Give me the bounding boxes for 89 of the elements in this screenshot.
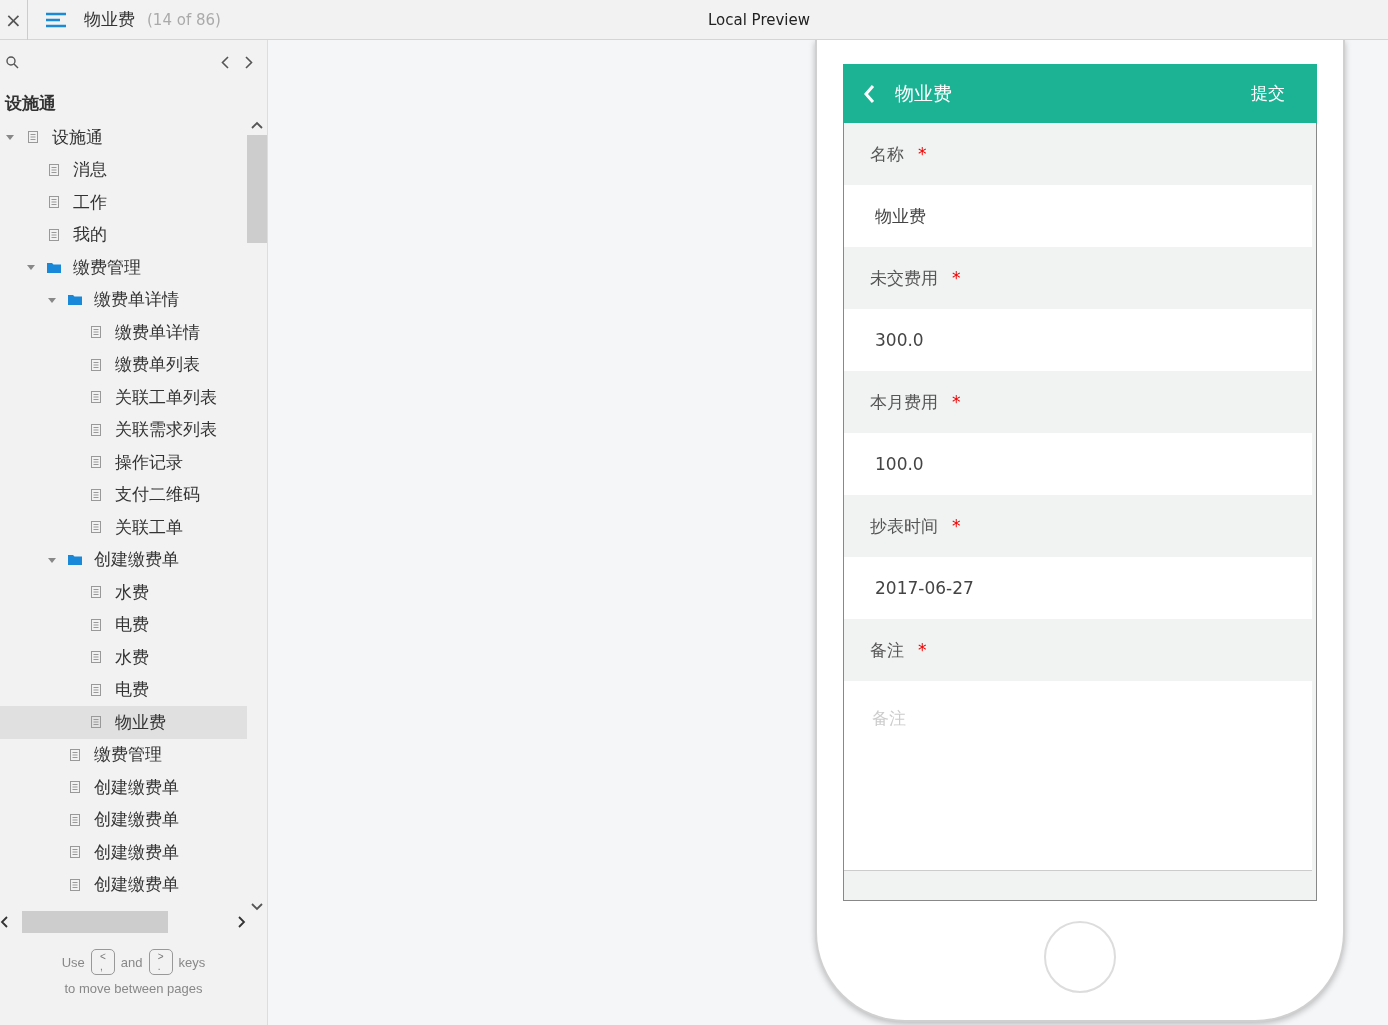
required-mark: * [952,392,961,412]
page-icon [91,683,101,696]
page-icon [49,163,59,176]
tree-item[interactable]: 缴费管理 [0,738,247,771]
page-icon [70,748,80,761]
page-icon [49,196,59,209]
required-mark: * [952,516,961,536]
tree-item[interactable]: 创建缴费单 [0,836,247,869]
page-icon [91,423,101,436]
tree-item[interactable]: 关联工单列表 [0,381,247,414]
field-label: 备注 [870,638,904,662]
folder-icon [68,554,82,566]
hint-text: and [120,954,143,970]
scrollbar-thumb[interactable] [22,911,168,933]
field-label: 本月费用 [870,390,938,414]
page-icon [91,651,101,664]
required-mark: * [918,640,927,660]
field-label: 未交费用 [870,266,938,290]
page-icon [91,618,101,631]
expanded-caret-icon[interactable] [48,555,56,564]
input-field[interactable]: 2017-06-27 [844,557,1312,619]
folder-icon [68,294,82,306]
scroll-right-icon[interactable] [238,916,246,928]
page-icon [49,228,59,241]
page-icon [91,488,101,501]
tree-item[interactable]: 物业费 [0,706,247,739]
page-count: (14 of 86) [147,10,221,29]
tree-item[interactable]: 创建缴费单 [0,771,247,804]
required-mark: * [918,144,927,164]
page-icon [91,326,101,339]
tree-item[interactable]: 电费 [0,673,247,706]
screen-title: 物业费 [895,80,953,106]
page-icon [70,813,80,826]
required-mark: * [952,268,961,288]
tree-item[interactable]: 设施通 [0,121,247,154]
page-icon [91,586,101,599]
input-field[interactable]: 300.0 [844,309,1312,371]
tree-item[interactable]: 缴费单列表 [0,348,247,381]
folder-icon [47,261,61,273]
page-icon [91,716,101,729]
previous-page-icon[interactable] [221,55,229,69]
scroll-up-icon[interactable] [251,121,263,129]
page-icon [91,456,101,469]
tree-item[interactable]: 消息 [0,153,247,186]
page-icon [28,131,38,144]
field-label: 抄表时间 [870,514,938,538]
tree-item[interactable]: 缴费管理 [0,251,247,284]
back-icon[interactable] [863,83,875,104]
scroll-left-icon[interactable] [0,916,8,928]
close-button[interactable]: × [0,0,28,40]
project-heading: 设施通 [3,92,57,115]
hint-text: Use [61,954,85,970]
tree-item[interactable]: 支付二维码 [0,478,247,511]
menu-icon[interactable] [46,11,66,28]
page-icon [70,846,80,859]
tree-item[interactable]: 创建缴费单 [0,803,247,836]
expanded-caret-icon[interactable] [48,295,56,304]
tree-item[interactable]: 操作记录 [0,446,247,479]
tree-item[interactable]: 创建缴费单 [0,543,247,576]
tree-item[interactable]: 关联需求列表 [0,413,247,446]
key-cap: < , [90,949,115,975]
preview-title: Local Preview [707,10,810,29]
tree-item[interactable]: 工作 [0,186,247,219]
input-field[interactable]: 物业费 [844,185,1312,247]
page-icon [91,391,101,404]
key-cap: > . [148,949,173,975]
tree-item[interactable]: 水费 [0,641,247,674]
page-icon [70,781,80,794]
expanded-caret-icon[interactable] [6,133,14,142]
hint-text: to move between pages [64,981,203,996]
scrollbar-thumb[interactable] [247,135,267,243]
search-icon[interactable] [6,55,19,69]
expanded-caret-icon[interactable] [27,263,35,272]
tree-item[interactable]: 关联工单 [0,511,247,544]
tree-item[interactable]: 我的 [0,218,247,251]
tree-item[interactable]: 缴费单详情 [0,283,247,316]
input-field[interactable]: 100.0 [844,433,1312,495]
field-label: 名称 [870,142,904,166]
page-icon [91,521,101,534]
tree-item[interactable]: 水费 [0,576,247,609]
scroll-down-icon[interactable] [251,903,263,911]
tree-item[interactable]: 缴费单详情 [0,316,247,349]
hint-text: keys [178,954,206,970]
next-page-icon[interactable] [245,55,253,69]
page-icon [91,358,101,371]
tree-item[interactable]: 电费 [0,608,247,641]
tree-item[interactable]: 创建缴费单 [0,868,247,901]
page-title: 物业费 [84,8,135,31]
page-icon [70,878,80,891]
